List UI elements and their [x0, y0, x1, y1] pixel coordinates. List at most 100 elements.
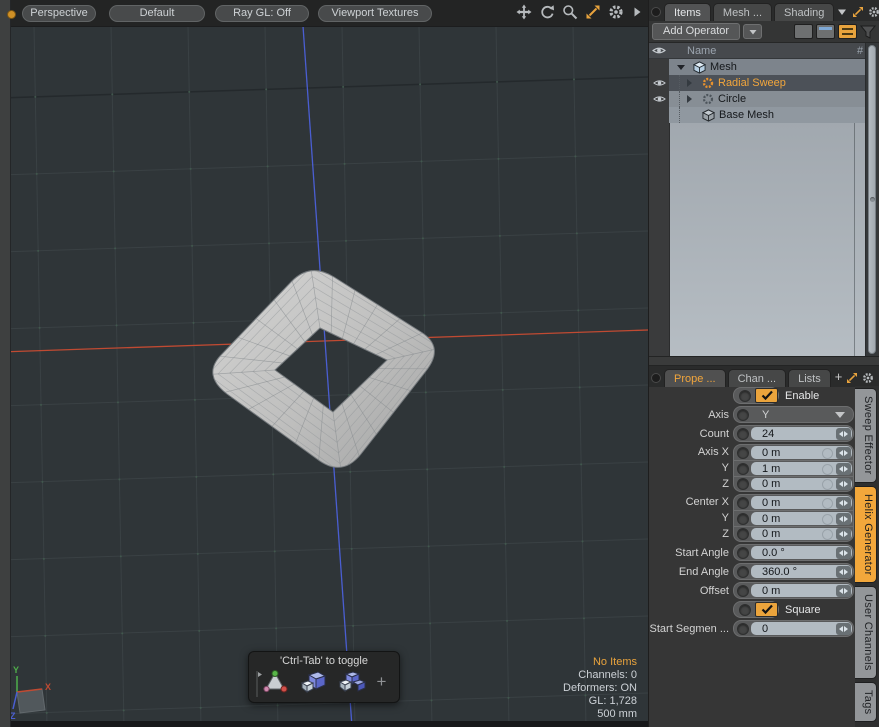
axis-gizmo[interactable]: Y X Z — [0, 660, 80, 727]
y-field[interactable]: 0 m — [733, 510, 854, 526]
header-eye-icon[interactable] — [652, 43, 666, 58]
item-row-radial-sweep[interactable]: Radial Sweep — [649, 75, 865, 91]
center-x-field[interactable]: 0 m — [733, 494, 854, 510]
mini-slider-icon[interactable] — [836, 513, 851, 525]
count-field[interactable]: 24 — [733, 425, 854, 442]
field-value[interactable]: 0 m — [751, 478, 852, 490]
maximize-icon[interactable] — [585, 4, 601, 20]
pan-icon[interactable] — [516, 4, 532, 20]
list-view-plain-button[interactable] — [794, 24, 813, 39]
tab-lists[interactable]: Lists — [788, 369, 831, 387]
vtab-helix-generator[interactable]: Helix Generator — [855, 486, 877, 584]
square-checkbox[interactable] — [755, 602, 778, 617]
list-view-detail-button[interactable] — [838, 24, 857, 39]
perspective-button[interactable]: Perspective — [22, 5, 96, 22]
enable-toggle[interactable] — [733, 387, 779, 404]
tab-properties[interactable]: Prope ... — [664, 369, 726, 387]
item-list-scrollbar[interactable] — [865, 43, 878, 356]
props-maximize-icon[interactable] — [846, 372, 858, 384]
channel-toggle-icon[interactable] — [737, 585, 749, 597]
channel-toggle-icon[interactable] — [737, 428, 749, 440]
channel-toggle-icon[interactable] — [737, 528, 749, 540]
expander-open-icon[interactable] — [677, 65, 685, 70]
tab-dropdown-icon[interactable] — [836, 6, 848, 18]
vtab-tags[interactable]: Tags — [855, 682, 877, 722]
channel-toggle-icon[interactable] — [737, 478, 749, 490]
start-angle-field[interactable]: 0.0 ° — [733, 544, 854, 561]
y-field[interactable]: 1 m — [733, 460, 854, 476]
viewport-canvas[interactable] — [0, 0, 648, 727]
channel-toggle-icon[interactable] — [737, 547, 749, 559]
item-row-mesh[interactable]: Mesh — [649, 59, 865, 75]
expander-closed-icon[interactable] — [687, 95, 692, 103]
field-value[interactable]: 0 m — [751, 512, 852, 525]
field-value[interactable]: 0 m — [751, 446, 852, 459]
mini-slider-icon[interactable] — [836, 528, 851, 540]
envelope-icon[interactable] — [822, 514, 833, 525]
z-field[interactable]: 0 m — [733, 526, 854, 542]
raygl-button[interactable]: Ray GL: Off — [215, 5, 309, 22]
envelope-icon[interactable] — [822, 448, 833, 459]
add-tool-icon[interactable]: + — [377, 673, 387, 690]
enable-checkbox[interactable] — [755, 388, 778, 403]
envelope-icon[interactable] — [822, 529, 833, 540]
field-value[interactable]: 0 — [751, 622, 852, 635]
square-toggle[interactable] — [733, 601, 779, 618]
channel-toggle-icon[interactable] — [737, 409, 749, 421]
add-operator-dropdown[interactable] — [743, 24, 762, 39]
channel-toggle-icon[interactable] — [737, 463, 749, 475]
tab-mesh-ops[interactable]: Mesh ... — [713, 3, 772, 21]
axis-x-field[interactable]: 0 m — [733, 444, 854, 460]
channel-toggle-icon[interactable] — [737, 513, 749, 525]
add-operator-button[interactable]: Add Operator — [652, 23, 740, 40]
vtab-sweep-effector[interactable]: Sweep Effector — [855, 388, 877, 483]
mini-slider-icon[interactable] — [836, 623, 851, 635]
z-field[interactable]: 0 m — [733, 476, 854, 492]
item-row-circle[interactable]: Circle — [649, 91, 865, 107]
rotate-icon[interactable] — [539, 4, 555, 20]
envelope-icon[interactable] — [822, 464, 833, 475]
offset-field[interactable]: 0 m — [733, 582, 854, 599]
channel-toggle-icon[interactable] — [737, 566, 749, 578]
cube-array-tool-icon[interactable] — [338, 670, 366, 694]
props-tab-overflow-button[interactable] — [651, 373, 661, 383]
field-value[interactable]: 0 m — [751, 584, 852, 597]
scrollbar-thumb[interactable] — [868, 45, 876, 354]
mini-slider-icon[interactable] — [836, 447, 851, 459]
add-tab-button[interactable]: + — [835, 369, 843, 384]
expander-closed-icon[interactable] — [687, 79, 692, 87]
panel-gear-icon[interactable] — [868, 6, 879, 18]
shading-default-button[interactable]: Default — [109, 5, 205, 22]
mini-slider-icon[interactable] — [836, 428, 851, 440]
zoom-icon[interactable] — [562, 4, 578, 20]
tab-overflow-button[interactable] — [651, 7, 661, 17]
envelope-icon[interactable] — [822, 498, 833, 509]
field-value[interactable]: 0 m — [751, 528, 852, 540]
gear-icon[interactable] — [608, 4, 624, 20]
end-angle-field[interactable]: 360.0 ° — [733, 563, 854, 580]
action-center-icon[interactable] — [262, 669, 288, 695]
field-value[interactable]: 360.0 ° — [751, 565, 852, 578]
field-value[interactable]: 0.0 ° — [751, 546, 852, 559]
mini-slider-icon[interactable] — [836, 497, 851, 509]
tab-channels[interactable]: Chan ... — [728, 369, 787, 387]
viewport-textures-button[interactable]: Viewport Textures — [318, 5, 432, 22]
axis-dropdown[interactable]: Y — [733, 406, 854, 423]
mini-slider-icon[interactable] — [836, 547, 851, 559]
channel-toggle-icon[interactable] — [737, 623, 749, 635]
vtab-user-channels[interactable]: User Channels — [855, 586, 877, 679]
channel-toggle-icon[interactable] — [739, 604, 751, 616]
field-value[interactable]: 0 m — [751, 496, 852, 509]
panel-maximize-icon[interactable] — [852, 6, 864, 18]
start-segmen--field[interactable]: 0 — [733, 620, 854, 637]
envelope-icon[interactable] — [822, 479, 833, 490]
more-arrow-icon[interactable] — [631, 6, 643, 18]
ctrl-tab-popup[interactable]: 'Ctrl-Tab' to toggle — [248, 651, 400, 703]
single-cube-tool-icon[interactable] — [299, 670, 327, 694]
item-list[interactable]: Name # MeshRadial SweepCircleBase Mesh — [649, 43, 878, 356]
tab-shading[interactable]: Shading — [774, 3, 834, 21]
mini-slider-icon[interactable] — [836, 585, 851, 597]
eye-icon[interactable] — [653, 78, 666, 88]
list-view-thumb-button[interactable] — [816, 24, 835, 39]
mini-slider-icon[interactable] — [836, 463, 851, 475]
